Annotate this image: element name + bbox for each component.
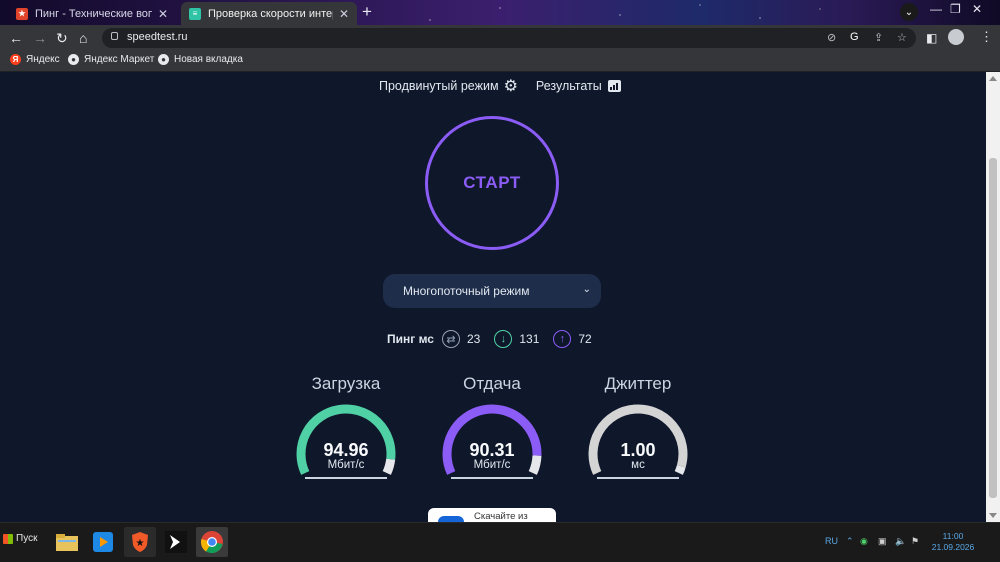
gear-icon[interactable]: ⚙ — [504, 76, 518, 96]
bookmark-label: Новая вкладка — [174, 54, 243, 65]
download-value: 94.96 — [323, 440, 369, 460]
advanced-mode-link[interactable]: Продвинутый режим — [379, 79, 499, 93]
shield-app-icon[interactable]: ★ — [124, 527, 156, 557]
tab-title: Проверка скорости интернета — [208, 7, 333, 20]
menu-dots-icon[interactable]: ⋮ — [980, 29, 993, 45]
minimize-button[interactable]: — — [930, 2, 942, 16]
app-download-card[interactable]: Скачайте из — [428, 508, 556, 522]
bookmark-new-tab[interactable]: ● Новая вкладка — [158, 54, 243, 65]
bookmark-yandex[interactable]: Я Яндекс — [10, 54, 60, 65]
upload-value: 90.31 — [469, 440, 515, 460]
blocked-content-icon[interactable]: ⊘ — [827, 31, 836, 44]
close-window-button[interactable]: ✕ — [972, 2, 982, 16]
upload-title: Отдача — [463, 374, 521, 393]
start-menu-button[interactable]: Пуск — [3, 533, 37, 544]
media-player-app-icon[interactable] — [87, 527, 119, 557]
mode-select[interactable]: Многопоточный режим ⌄ — [383, 274, 601, 308]
flag-icon[interactable]: ⚑ — [911, 536, 919, 547]
tray-app-icon[interactable]: ◉ — [860, 536, 868, 547]
network-icon[interactable]: ▣ — [878, 536, 887, 547]
profile-avatar[interactable] — [948, 29, 964, 45]
explorer-app-icon[interactable] — [51, 527, 83, 557]
mode-select-value: Многопоточный режим — [403, 284, 530, 298]
tab-search-chevron-icon[interactable]: ⌄ — [900, 3, 918, 21]
bookmark-label: Яндекс — [26, 54, 60, 65]
ping-value: 23 — [466, 332, 481, 346]
shield-favicon-icon: ★ — [16, 7, 28, 20]
volume-icon[interactable]: 🔈 — [895, 536, 906, 547]
svg-text:★: ★ — [136, 538, 145, 549]
scroll-up-arrow-icon[interactable] — [989, 76, 997, 81]
ping-row: Пинг мс ⇄ 23 ↓ 131 ↑ 72 — [387, 330, 606, 348]
new-tab-button[interactable]: + — [362, 3, 372, 21]
clock-date: 21.09.2026 — [931, 542, 975, 552]
google-icon[interactable]: G — [850, 31, 859, 43]
tab-title: Пинг - Технические вопросы - ( — [35, 7, 152, 20]
reload-icon[interactable]: ↻ — [56, 29, 68, 47]
upload-arrow-icon: ↑ — [553, 330, 572, 348]
chevron-down-icon: ⌄ — [582, 284, 591, 295]
page-scrollbar[interactable] — [986, 72, 1000, 522]
tab-strip: ★ Пинг - Технические вопросы - ( ✕ ≡ Про… — [0, 0, 1000, 25]
arrow-app-icon[interactable] — [160, 527, 192, 557]
speedtest-page: Продвинутый режим ⚙ Результаты СТАРТ Мно… — [0, 72, 986, 522]
share-icon[interactable]: ⇪ — [874, 31, 883, 44]
bookmark-star-icon[interactable]: ☆ — [897, 31, 907, 44]
upload-underline — [451, 477, 533, 479]
ping-swap-icon: ⇄ — [441, 330, 460, 348]
scroll-down-arrow-icon[interactable] — [989, 513, 997, 518]
address-bar[interactable]: speedtest.ru ⊘ G ⇪ ☆ — [102, 28, 916, 48]
clock[interactable]: 11:00 21.09.2026 — [928, 531, 978, 553]
tab-close-icon[interactable]: ✕ — [339, 7, 349, 21]
results-link[interactable]: Результаты — [536, 79, 602, 93]
tab-close-icon[interactable]: ✕ — [158, 7, 168, 21]
clock-time: 11:00 — [942, 531, 964, 541]
bookmark-label: Яндекс Маркет — [84, 54, 155, 65]
tab-speedtest[interactable]: ≡ Проверка скорости интернета ✕ — [181, 2, 357, 25]
url-text: speedtest.ru — [127, 31, 188, 43]
bookmarks-bar: Я Яндекс ● Яндекс Маркет ● Новая вкладка — [0, 51, 1000, 72]
download-unit: Мбит/с — [327, 459, 365, 471]
upload-unit: Мбит/с — [473, 459, 511, 471]
bar-chart-icon[interactable] — [607, 80, 621, 92]
taskbar: Пуск ★ RU ⌃ ◉ ▣ 🔈 ⚑ 11:00 21.09.2026 — [0, 522, 1000, 562]
top-nav: Продвинутый режим ⚙ Результаты — [379, 76, 621, 96]
start-button[interactable]: СТАРТ — [425, 116, 559, 250]
download-underline — [305, 477, 387, 479]
scroll-thumb[interactable] — [989, 158, 997, 498]
bookmark-yandex-market[interactable]: ● Яндекс Маркет — [68, 54, 154, 65]
ping-upload-value: 72 — [578, 332, 592, 346]
jitter-unit: мс — [631, 459, 645, 471]
ping-download-value: 131 — [519, 332, 540, 346]
globe-icon: ● — [68, 54, 79, 65]
speedtest-favicon-icon: ≡ — [189, 7, 201, 20]
tray-expand-icon[interactable]: ⌃ — [846, 536, 854, 547]
download-arrow-icon: ↓ — [494, 330, 513, 348]
app-card-text: Скачайте из — [474, 511, 528, 522]
yandex-icon: Я — [10, 54, 21, 65]
windows-logo-icon — [3, 533, 13, 544]
language-indicator[interactable]: RU — [825, 536, 838, 546]
start-label: Пуск — [16, 533, 38, 544]
back-arrow-icon[interactable]: ← — [9, 29, 23, 47]
globe-icon: ● — [158, 54, 169, 65]
forward-arrow-icon[interactable]: → — [33, 29, 47, 47]
home-icon[interactable]: ⌂ — [79, 29, 87, 47]
jitter-underline — [597, 477, 679, 479]
lock-icon — [111, 32, 118, 40]
chrome-app-icon[interactable] — [196, 527, 228, 557]
browser-toolbar: ← → ↻ ⌂ speedtest.ru ⊘ G ⇪ ☆ ◧ ⋮ — [0, 25, 1000, 51]
ping-label: Пинг мс — [387, 332, 434, 346]
jitter-value: 1.00 — [620, 440, 656, 460]
download-title: Загрузка — [311, 374, 381, 393]
tab-ping-questions[interactable]: ★ Пинг - Технические вопросы - ( ✕ — [8, 2, 176, 25]
restore-button[interactable]: ❐ — [950, 2, 961, 16]
side-panel-icon[interactable]: ◧ — [926, 29, 937, 47]
jitter-title: Джиттер — [604, 374, 672, 393]
